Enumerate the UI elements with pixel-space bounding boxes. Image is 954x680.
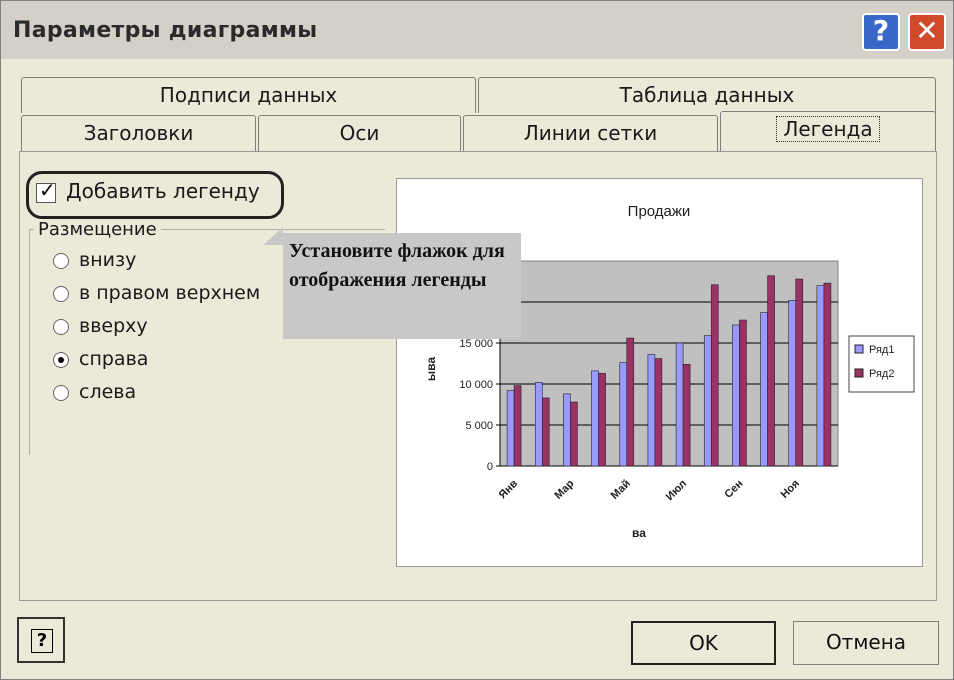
- legend-entry: Ряд2: [869, 368, 894, 380]
- bar-Ряд2: [823, 282, 832, 467]
- radio-top[interactable]: вверху: [53, 315, 148, 337]
- bar-Ряд1: [647, 354, 656, 467]
- placement-group-label: Размещение: [34, 219, 161, 240]
- bar-Ряд1: [619, 362, 628, 467]
- bar-Ряд1: [816, 285, 825, 467]
- ok-button[interactable]: OK: [631, 621, 776, 665]
- bar-Ряд1: [534, 382, 543, 467]
- x-tick-label: Май: [609, 478, 633, 502]
- radio-left[interactable]: слева: [53, 381, 136, 403]
- bar-Ряд1: [591, 370, 599, 467]
- tab-titles[interactable]: Заголовки: [21, 115, 256, 151]
- add-legend-checkbox[interactable]: ✓: [36, 178, 56, 203]
- legend-entry: Ряд1: [869, 344, 894, 356]
- x-tick-label: Янв: [497, 477, 521, 501]
- tab-gridlines[interactable]: Линии сетки: [463, 115, 718, 151]
- bar-Ряд1: [760, 312, 768, 467]
- bar-Ряд1: [563, 393, 571, 467]
- radio-button[interactable]: [53, 384, 69, 401]
- y-tick-label: 5 000: [465, 420, 493, 432]
- bar-Ряд1: [506, 390, 515, 467]
- bar-Ряд1: [788, 300, 797, 467]
- bar-Ряд2: [598, 373, 606, 467]
- radio-button-selected[interactable]: [53, 351, 69, 368]
- bar-Ряд2: [570, 401, 578, 467]
- x-tick-label: Июл: [664, 478, 689, 503]
- radio-button[interactable]: [53, 252, 69, 269]
- add-legend-label: Добавить легенду: [66, 179, 260, 203]
- help-icon: ?: [31, 629, 53, 653]
- bar-Ряд2: [739, 319, 747, 467]
- radio-right[interactable]: справа: [53, 348, 148, 370]
- bar-Ряд2: [626, 337, 635, 467]
- help-title-button[interactable]: ?: [862, 13, 900, 51]
- x-tick-label: Мар: [552, 477, 576, 501]
- title-bar: Параметры диаграммы ? ✕: [1, 1, 953, 59]
- callout-pointer: [263, 227, 283, 245]
- y-tick-label: 15 000: [459, 338, 493, 350]
- radio-bottom[interactable]: внизу: [53, 249, 136, 271]
- bar-Ряд2: [541, 397, 550, 467]
- x-axis-label: ва: [632, 526, 646, 540]
- tab-data-labels[interactable]: Подписи данных: [21, 77, 476, 113]
- bar-Ряд1: [703, 335, 712, 467]
- bar-Ряд2: [767, 275, 775, 467]
- bar-Ряд2: [513, 385, 522, 467]
- tab-data-table[interactable]: Таблица данных: [478, 77, 936, 113]
- bar-Ряд2: [795, 278, 804, 467]
- help-button[interactable]: ?: [17, 617, 65, 663]
- legend-swatch: [854, 344, 864, 354]
- y-tick-label: 10 000: [459, 379, 493, 391]
- dialog-window: Параметры диаграммы ? ✕ Подписи данных Т…: [0, 0, 954, 680]
- tab-axes[interactable]: Оси: [258, 115, 461, 151]
- y-tick-label: 0: [487, 461, 493, 473]
- instruction-callout: Установите флажок для отображения легенд…: [283, 233, 521, 339]
- y-axis-label: ыва: [424, 357, 438, 381]
- radio-top-right[interactable]: в правом верхнем: [53, 282, 260, 304]
- legend-swatch: [854, 368, 864, 378]
- bar-Ряд2: [654, 358, 663, 467]
- checkmark-icon: ✓: [39, 177, 56, 202]
- radio-button[interactable]: [53, 285, 69, 302]
- close-button[interactable]: ✕: [908, 13, 946, 51]
- cancel-button[interactable]: Отмена: [793, 621, 939, 665]
- tab-strip: Подписи данных Таблица данных Заголовки …: [1, 59, 953, 159]
- x-tick-label: Сен: [722, 478, 745, 501]
- tab-legend[interactable]: Легенда: [720, 111, 936, 151]
- bar-Ряд1: [732, 324, 740, 467]
- bar-Ряд1: [675, 342, 684, 467]
- chart-title: Продажи: [628, 203, 691, 220]
- dialog-title: Параметры диаграммы: [13, 18, 318, 43]
- callout-text: Установите флажок для отображения легенд…: [289, 240, 505, 291]
- bar-Ряд2: [682, 364, 691, 467]
- radio-button[interactable]: [53, 318, 69, 335]
- plot-area: [499, 260, 839, 467]
- add-legend-checkbox-row[interactable]: ✓ Добавить легенду: [36, 178, 260, 207]
- bar-Ряд2: [710, 284, 719, 467]
- x-tick-label: Ноя: [779, 478, 802, 501]
